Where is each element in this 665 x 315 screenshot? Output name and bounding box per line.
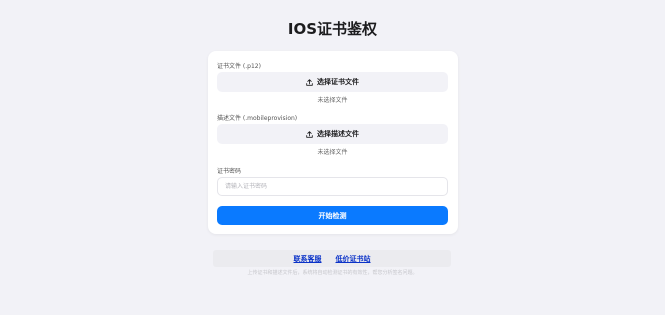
footer-note: 上传证书和描述文件后，系统将自动检测证书的有效性，帮您分析签名问题。 — [247, 270, 418, 276]
select-profile-button[interactable]: 选择描述文件 — [217, 124, 448, 144]
profile-file-status: 未选择文件 — [317, 149, 348, 156]
upload-icon — [306, 130, 313, 138]
password-input[interactable] — [217, 177, 448, 196]
profile-file-label: 描述文件 (.mobileprovision) — [217, 115, 298, 122]
footer-links: 联系客服 低价证书站 — [213, 250, 451, 267]
page-title: IOS证书鉴权 — [287, 20, 378, 38]
select-profile-button-label: 选择描述文件 — [317, 130, 359, 138]
cert-file-status: 未选择文件 — [317, 97, 348, 104]
cert-file-label: 证书文件 (.p12) — [217, 63, 261, 70]
start-check-button[interactable]: 开始检测 — [217, 206, 448, 225]
upload-icon — [306, 78, 313, 86]
auth-form-card: 证书文件 (.p12) 选择证书文件 未选择文件 描述文件 (.mobilepr… — [208, 51, 458, 234]
contact-support-link[interactable]: 联系客服 — [294, 254, 322, 264]
password-label: 证书密码 — [217, 168, 242, 175]
cheap-cert-link[interactable]: 低价证书站 — [336, 254, 371, 264]
select-cert-button[interactable]: 选择证书文件 — [217, 72, 448, 92]
select-cert-button-label: 选择证书文件 — [317, 78, 359, 86]
